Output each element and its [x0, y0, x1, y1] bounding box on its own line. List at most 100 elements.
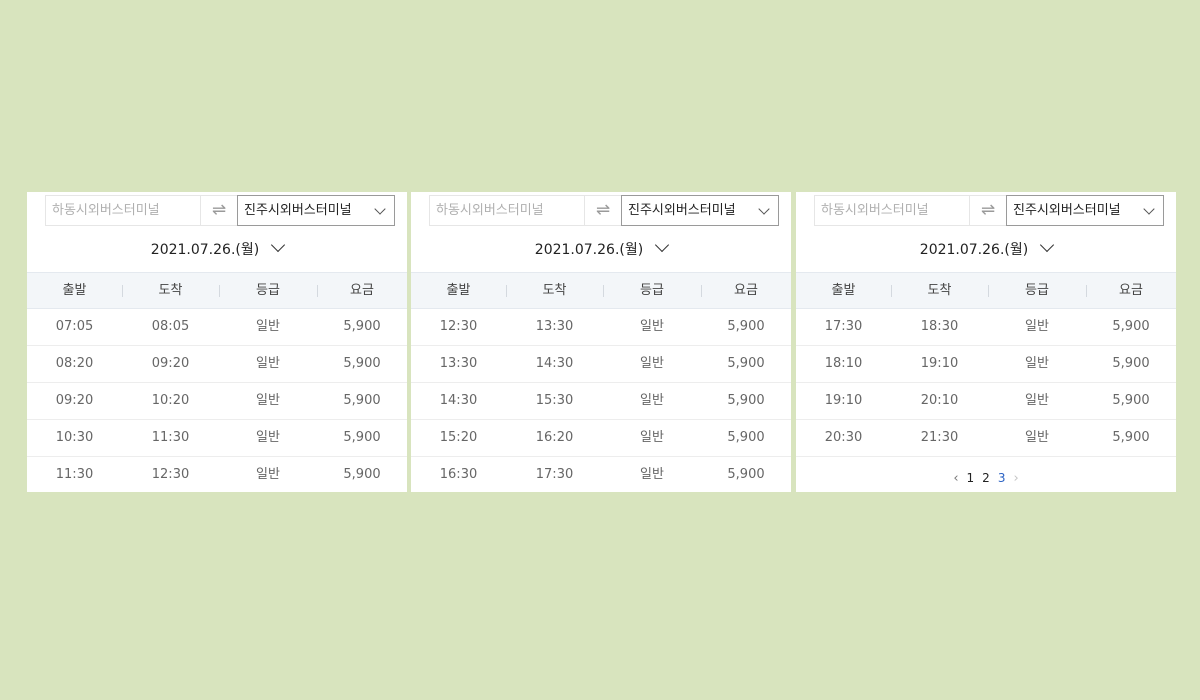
cell-departure: 19:10: [824, 393, 863, 408]
destination-label: 진주시외버스터미널: [628, 203, 736, 218]
cell-grade: 일반: [1025, 430, 1049, 445]
table-row[interactable]: 12:30 13:30 일반 5,900: [411, 309, 791, 346]
column-header-departure: 출발: [831, 283, 856, 298]
cell-grade: 일반: [640, 356, 664, 371]
origin-input[interactable]: 하동시외버스터미널: [429, 195, 584, 226]
date-label: 2021.07.26.(월): [534, 242, 644, 258]
cell-arrival: 17:30: [535, 467, 574, 482]
cell-fare: 5,900: [343, 319, 381, 334]
column-header-departure: 출발: [446, 283, 471, 298]
page-link[interactable]: 3: [998, 470, 1006, 486]
swap-route-icon[interactable]: ⇌: [584, 195, 621, 226]
destination-label: 진주시외버스터미널: [1013, 203, 1121, 218]
destination-select[interactable]: 진주시외버스터미널: [1006, 195, 1164, 226]
table-row[interactable]: 18:10 19:10 일반 5,900: [796, 346, 1176, 383]
origin-input[interactable]: 하동시외버스터미널: [45, 195, 200, 226]
date-selector[interactable]: 2021.07.26.(월): [796, 237, 1176, 260]
next-page-icon[interactable]: ›: [1013, 471, 1018, 487]
cell-departure: 07:05: [55, 319, 94, 334]
column-divider: [1086, 285, 1087, 297]
table-row[interactable]: 14:30 15:30 일반 5,900: [411, 383, 791, 420]
column-divider: [891, 285, 892, 297]
table-row[interactable]: 10:30 11:30 일반 5,900: [27, 420, 407, 457]
table-header: 출발 도착 등급 요금: [411, 272, 791, 309]
cell-arrival: 18:30: [920, 319, 959, 334]
cell-departure: 18:10: [824, 356, 863, 371]
table-row[interactable]: 20:30 21:30 일반 5,900: [796, 420, 1176, 457]
chevron-down-icon: [374, 203, 386, 215]
destination-select[interactable]: 진주시외버스터미널: [621, 195, 779, 226]
column-header-fare: 요금: [1119, 283, 1143, 298]
table-row[interactable]: 07:05 08:05 일반 5,900: [27, 309, 407, 346]
cell-departure: 15:20: [439, 430, 478, 445]
route-selector: 하동시외버스터미널 ⇌ 진주시외버스터미널: [45, 195, 395, 226]
table-row[interactable]: 08:20 09:20 일반 5,900: [27, 346, 407, 383]
date-selector[interactable]: 2021.07.26.(월): [27, 237, 407, 260]
page-link[interactable]: 2: [982, 470, 990, 486]
schedule-panel: 하동시외버스터미널 ⇌ 진주시외버스터미널 2021.07.26.(월) 출발 도착 등급 요…: [27, 192, 407, 492]
column-header-fare: 요금: [734, 283, 758, 298]
cell-departure: 13:30: [439, 356, 478, 371]
cell-fare: 5,900: [727, 430, 765, 445]
cell-fare: 5,900: [343, 467, 381, 482]
table-row[interactable]: 11:30 12:30 일반 5,900: [27, 457, 407, 492]
cell-fare: 5,900: [343, 430, 381, 445]
cell-departure: 12:30: [439, 319, 478, 334]
date-label: 2021.07.26.(월): [919, 242, 1029, 258]
cell-arrival: 12:30: [151, 467, 190, 482]
schedule-panel: 하동시외버스터미널 ⇌ 진주시외버스터미널 2021.07.26.(월) 출발 도착 등급 요…: [796, 192, 1176, 492]
table-header: 출발 도착 등급 요금: [27, 272, 407, 309]
page-link[interactable]: 1: [967, 470, 975, 486]
cell-grade: 일반: [256, 393, 280, 408]
cell-departure: 09:20: [55, 393, 94, 408]
table-row[interactable]: 16:30 17:30 일반 5,900: [411, 457, 791, 492]
column-header-arrival: 도착: [158, 283, 183, 298]
chevron-down-icon: [271, 237, 286, 253]
column-divider: [988, 285, 989, 297]
table-row[interactable]: 09:20 10:20 일반 5,900: [27, 383, 407, 420]
date-selector[interactable]: 2021.07.26.(월): [411, 237, 791, 260]
cell-departure: 11:30: [55, 467, 94, 482]
cell-grade: 일반: [1025, 393, 1049, 408]
cell-departure: 10:30: [55, 430, 94, 445]
column-header-arrival: 도착: [542, 283, 567, 298]
cell-arrival: 19:10: [920, 356, 959, 371]
column-divider: [219, 285, 220, 297]
schedule-panel: 하동시외버스터미널 ⇌ 진주시외버스터미널 2021.07.26.(월) 출발 도착 등급 요…: [411, 192, 791, 492]
column-header-departure: 출발: [62, 283, 87, 298]
chevron-down-icon: [1143, 203, 1155, 215]
cell-departure: 14:30: [439, 393, 478, 408]
swap-route-icon[interactable]: ⇌: [200, 195, 237, 226]
table-row[interactable]: 19:10 20:10 일반 5,900: [796, 383, 1176, 420]
table-row[interactable]: 15:20 16:20 일반 5,900: [411, 420, 791, 457]
prev-page-icon[interactable]: ‹: [953, 471, 958, 487]
origin-input[interactable]: 하동시외버스터미널: [814, 195, 969, 226]
cell-fare: 5,900: [1112, 430, 1150, 445]
cell-fare: 5,900: [1112, 319, 1150, 334]
table-row[interactable]: 17:30 18:30 일반 5,900: [796, 309, 1176, 346]
cell-grade: 일반: [640, 319, 664, 334]
cell-fare: 5,900: [727, 319, 765, 334]
column-header-arrival: 도착: [927, 283, 952, 298]
pagination: ‹ 1 2 3 ›: [796, 470, 1176, 486]
swap-route-icon[interactable]: ⇌: [969, 195, 1006, 226]
cell-arrival: 11:30: [151, 430, 190, 445]
cell-grade: 일반: [640, 393, 664, 408]
cell-arrival: 16:20: [535, 430, 574, 445]
cell-departure: 16:30: [439, 467, 478, 482]
column-divider: [603, 285, 604, 297]
cell-arrival: 10:20: [151, 393, 190, 408]
route-selector: 하동시외버스터미널 ⇌ 진주시외버스터미널: [814, 195, 1164, 226]
table-row[interactable]: 13:30 14:30 일반 5,900: [411, 346, 791, 383]
column-divider: [317, 285, 318, 297]
cell-grade: 일반: [256, 319, 280, 334]
cell-grade: 일반: [1025, 356, 1049, 371]
cell-departure: 08:20: [55, 356, 94, 371]
destination-select[interactable]: 진주시외버스터미널: [237, 195, 395, 226]
cell-grade: 일반: [1025, 319, 1049, 334]
cell-fare: 5,900: [343, 356, 381, 371]
cell-fare: 5,900: [727, 467, 765, 482]
cell-arrival: 20:10: [920, 393, 959, 408]
chevron-down-icon: [758, 203, 770, 215]
table-header: 출발 도착 등급 요금: [796, 272, 1176, 309]
